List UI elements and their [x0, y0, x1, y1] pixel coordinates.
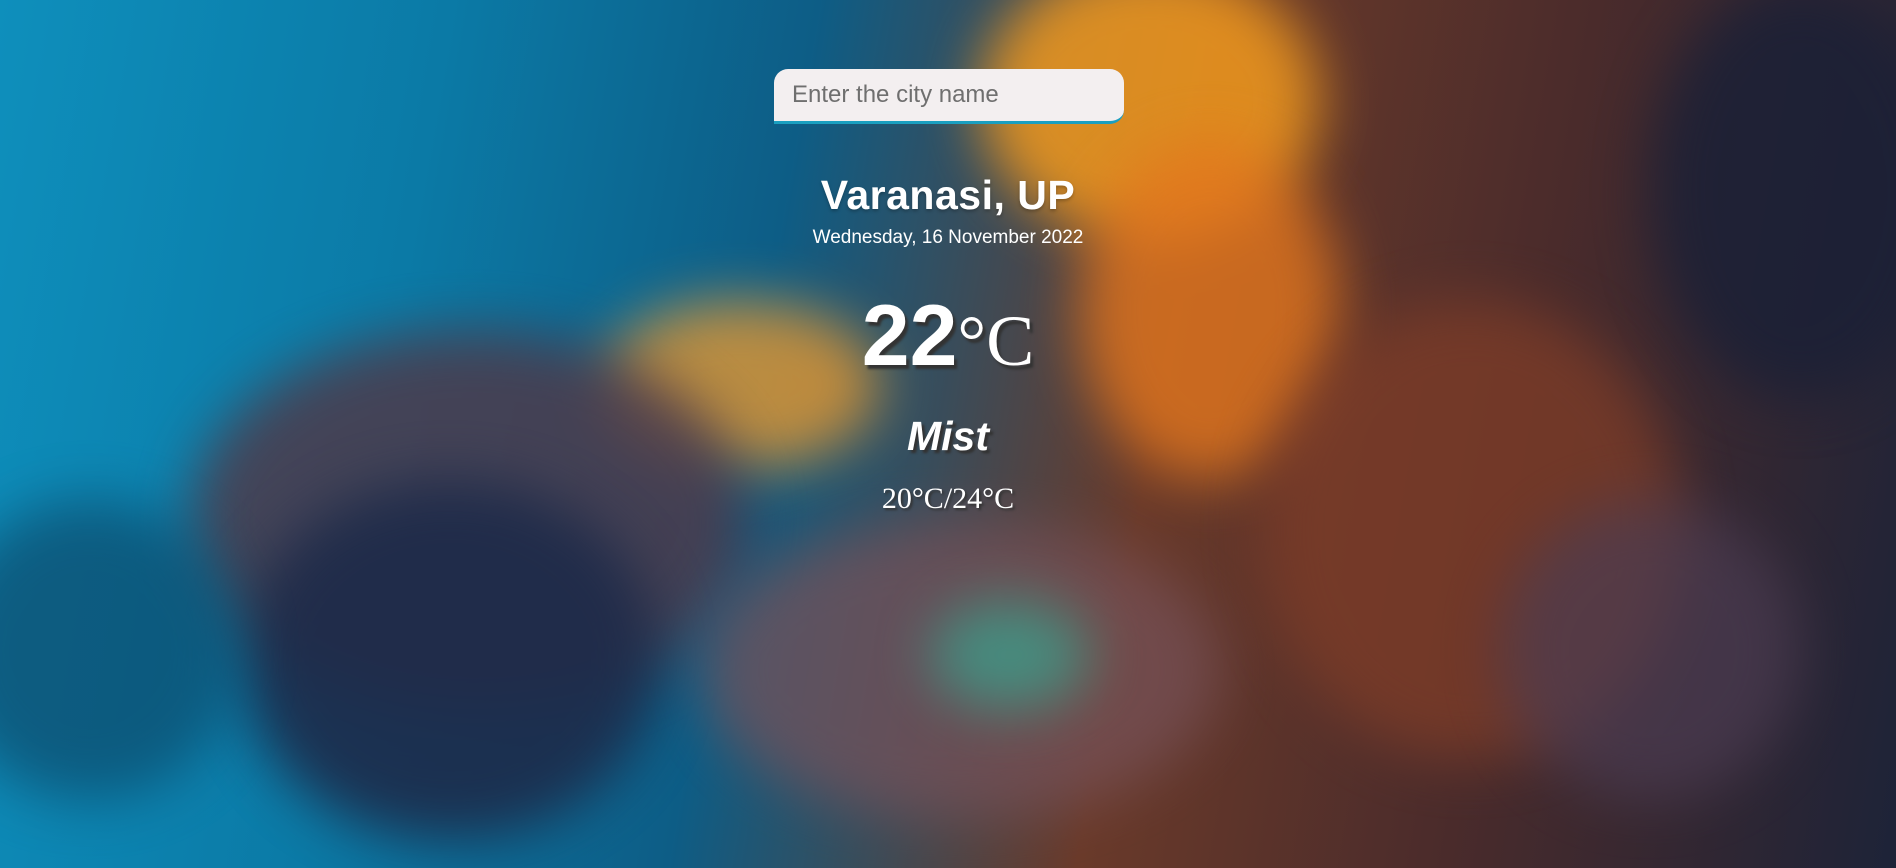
temperature-unit: °C [957, 301, 1035, 381]
city-name: Varanasi, UP [820, 172, 1076, 218]
temperature-value: 22 [861, 288, 958, 384]
min-max-temperature: 20°C/24°C [881, 482, 1015, 515]
weather-card: Varanasi, UP Wednesday, 16 November 2022… [0, 0, 1896, 868]
current-date: Wednesday, 16 November 2022 [812, 227, 1084, 248]
temperature-display: 22°C [0, 287, 1896, 386]
city-search-input[interactable] [774, 69, 1124, 124]
search-box [774, 69, 1124, 124]
weather-condition: Mist [907, 413, 989, 459]
